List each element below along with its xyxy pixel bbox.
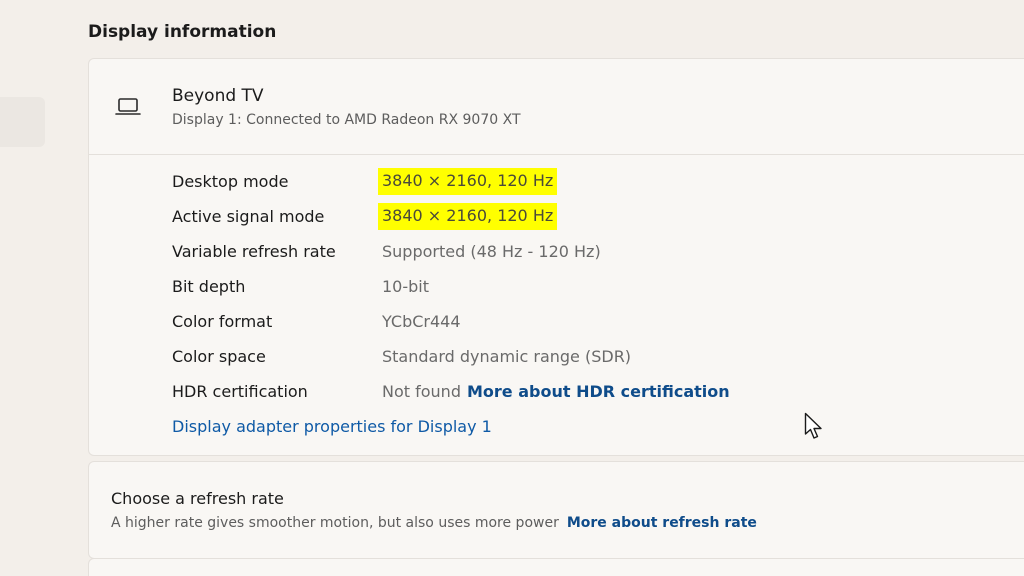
refresh-rate-subtitle: A higher rate gives smoother motion, but… (111, 515, 559, 531)
display-info-card: Beyond TV Display 1: Connected to AMD Ra… (88, 58, 1024, 456)
detail-label: Color format (172, 312, 273, 331)
detail-value: Not found (382, 382, 461, 401)
detail-value: 3840 × 2160, 120 Hz (378, 203, 558, 230)
hdr-certification-link[interactable]: More about HDR certification (467, 382, 730, 401)
detail-label: Color space (172, 347, 266, 366)
detail-value: Standard dynamic range (SDR) (382, 347, 632, 366)
detail-value: 3840 × 2160, 120 Hz (378, 168, 558, 195)
refresh-rate-card[interactable]: Choose a refresh rate A higher rate give… (88, 461, 1024, 559)
detail-value-group: Not found More about HDR certification (382, 382, 730, 401)
detail-label: Active signal mode (172, 207, 325, 226)
detail-value: YCbCr444 (382, 312, 461, 331)
refresh-rate-subtitle-group: A higher rate gives smoother motion, but… (111, 515, 757, 531)
next-settings-card[interactable] (88, 558, 1024, 576)
detail-label: Variable refresh rate (172, 242, 336, 261)
laptop-monitor-icon (115, 98, 141, 115)
detail-row-desktop-mode: Desktop mode 3840 × 2160, 120 Hz (172, 168, 872, 198)
settings-page: Display information Beyond TV Display 1:… (0, 0, 1024, 576)
detail-label: HDR certification (172, 382, 308, 401)
display-adapter-properties-link[interactable]: Display adapter properties for Display 1 (172, 417, 492, 436)
detail-row-color-space: Color space Standard dynamic range (SDR) (172, 343, 872, 373)
detail-row-bit-depth: Bit depth 10-bit (172, 273, 872, 303)
detail-row-variable-refresh-rate: Variable refresh rate Supported (48 Hz -… (172, 238, 872, 268)
mouse-pointer-icon (804, 412, 822, 439)
nav-selection-highlight[interactable] (0, 97, 45, 147)
detail-row-color-format: Color format YCbCr444 (172, 308, 872, 338)
refresh-rate-link[interactable]: More about refresh rate (567, 515, 757, 531)
detail-label: Desktop mode (172, 172, 289, 191)
section-title: Display information (88, 22, 277, 42)
detail-label: Bit depth (172, 277, 246, 296)
detail-row-hdr-certification: HDR certification Not found More about HD… (172, 378, 872, 408)
detail-value: Supported (48 Hz - 120 Hz) (382, 242, 601, 261)
detail-row-active-signal-mode: Active signal mode 3840 × 2160, 120 Hz (172, 203, 872, 233)
display-name: Beyond TV (172, 86, 264, 106)
detail-value: 10-bit (382, 277, 430, 296)
refresh-rate-title: Choose a refresh rate (111, 489, 284, 508)
display-connection-subtitle: Display 1: Connected to AMD Radeon RX 90… (172, 112, 521, 128)
display-header: Beyond TV Display 1: Connected to AMD Ra… (89, 59, 1024, 155)
